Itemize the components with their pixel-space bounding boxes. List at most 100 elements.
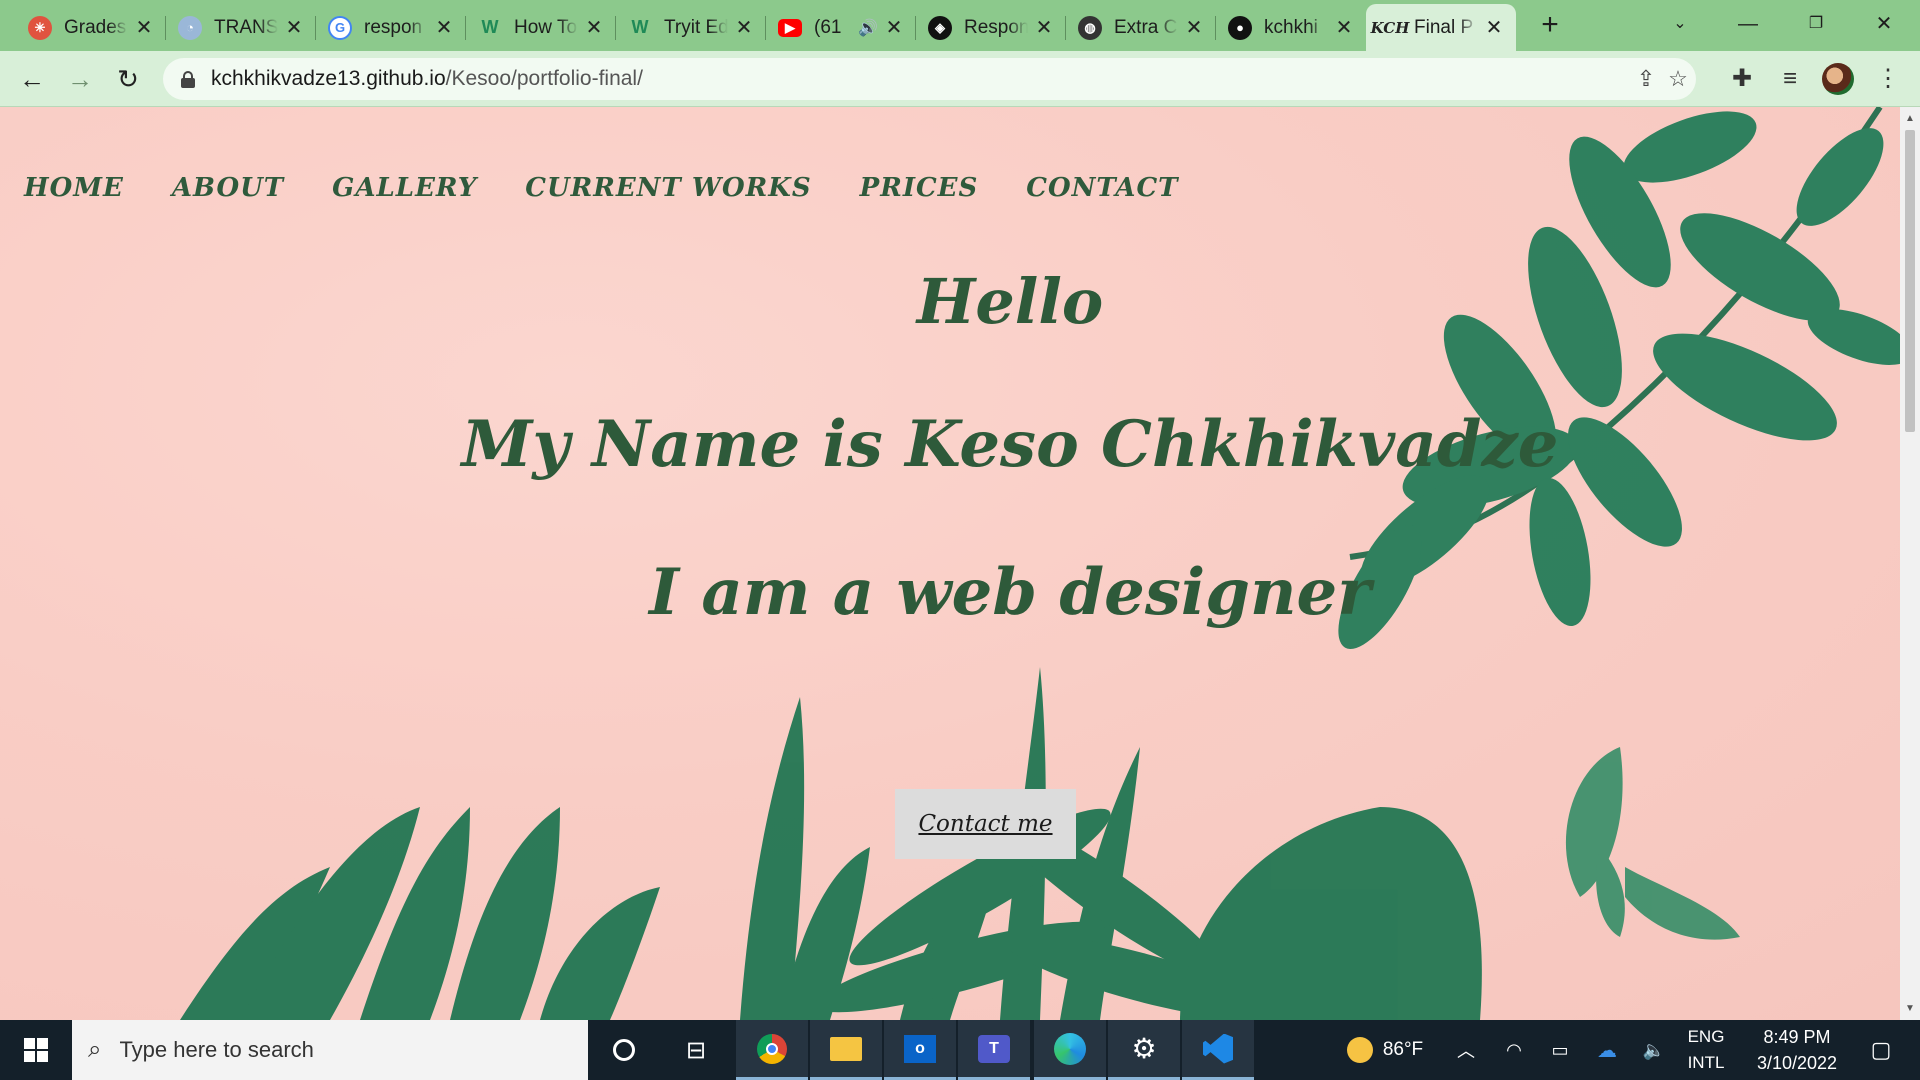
bookmark-star-icon[interactable]: ☆ xyxy=(1663,64,1693,94)
close-icon[interactable]: ✕ xyxy=(1034,15,1054,40)
outlook-icon[interactable]: o xyxy=(884,1020,956,1080)
weather-sun-icon xyxy=(1346,1037,1373,1063)
browser-tab[interactable]: ◔ TRANS ✕ xyxy=(166,4,316,51)
nav-current-works[interactable]: CURRENT WORKS xyxy=(525,173,811,203)
nav-prices[interactable]: PRICES xyxy=(860,173,979,203)
extensions-icon[interactable]: ✚ xyxy=(1724,61,1760,97)
weather-widget[interactable]: 86°F xyxy=(1330,1020,1440,1080)
hero-name: My Name is Keso Chkhikvadze xyxy=(461,407,1559,482)
close-icon[interactable]: ✕ xyxy=(1484,15,1504,40)
nav-home[interactable]: HOME xyxy=(24,173,124,203)
globe-icon: ◍ xyxy=(1078,15,1102,40)
close-icon[interactable]: ✕ xyxy=(584,15,604,40)
close-icon[interactable]: ✕ xyxy=(434,15,454,40)
edge-icon[interactable] xyxy=(1034,1020,1106,1080)
clock-time: 8:49 PM xyxy=(1763,1027,1831,1047)
w-icon: W xyxy=(481,17,499,37)
minimize-button[interactable]: — xyxy=(1728,6,1768,42)
google-icon: G xyxy=(328,15,352,40)
back-button[interactable]: ← xyxy=(14,61,50,97)
close-icon[interactable]: ✕ xyxy=(1334,15,1354,40)
w-icon: W xyxy=(631,17,649,37)
settings-gear-icon[interactable]: ⚙ xyxy=(1108,1020,1180,1080)
weather-temp: 86°F xyxy=(1382,1039,1424,1060)
new-tab-button[interactable]: + xyxy=(1532,8,1568,44)
tab-title: Grades xyxy=(64,16,127,38)
browser-tab[interactable]: W Tryit Ed ✕ xyxy=(616,4,766,51)
youtube-icon: ▶ xyxy=(778,18,802,37)
browser-tab[interactable]: ✳ Grades ✕ xyxy=(16,4,166,51)
tray-chevron-icon[interactable]: ︿ xyxy=(1452,1020,1480,1080)
start-button[interactable] xyxy=(0,1020,72,1080)
close-window-button[interactable]: ✕ xyxy=(1864,6,1904,42)
scroll-down-icon[interactable]: ▼ xyxy=(1903,1002,1917,1016)
task-view-icon[interactable]: ⊟ xyxy=(660,1020,732,1080)
wifi-icon[interactable]: ◠ xyxy=(1500,1020,1528,1080)
keyboard-layout: INTL xyxy=(1687,1053,1725,1072)
tab-title: Extra C xyxy=(1114,16,1178,38)
kch-icon: KCH xyxy=(1370,18,1410,37)
tab-search-icon[interactable]: ⌄ xyxy=(1660,6,1700,42)
menu-kebab-icon[interactable]: ⋮ xyxy=(1870,61,1906,97)
nav-about[interactable]: ABOUT xyxy=(172,173,284,203)
clock-date: 3/10/2022 xyxy=(1756,1053,1838,1073)
lock-icon[interactable] xyxy=(181,71,195,88)
tab-title: TRANS xyxy=(214,16,278,38)
windows-logo-icon xyxy=(24,1038,35,1049)
search-placeholder: Type here to search xyxy=(119,1037,314,1062)
url-path: /Kesoo/portfolio-final/ xyxy=(445,67,643,90)
battery-icon[interactable]: ▭ xyxy=(1546,1020,1574,1080)
tab-strip: ✳ Grades ✕ ◔ TRANS ✕ G respon ✕ W How To… xyxy=(0,0,1920,51)
browser-tab[interactable]: W How To ✕ xyxy=(466,4,616,51)
tab-title: Respon xyxy=(964,16,1028,38)
browser-tab[interactable]: ● kchkhi ✕ xyxy=(1216,4,1366,51)
system-clock[interactable]: 8:49 PM 3/10/2022 xyxy=(1742,1024,1852,1076)
browser-tab-active[interactable]: KCH Final P ✕ xyxy=(1366,4,1516,51)
notification-icon[interactable]: ▢ xyxy=(1856,1020,1906,1080)
close-icon[interactable]: ✕ xyxy=(284,15,304,40)
page-viewport: HOME ABOUT GALLERY CURRENT WORKS PRICES … xyxy=(0,107,1900,1020)
browser-tab[interactable]: ◍ Extra C ✕ xyxy=(1066,4,1216,51)
hero-greeting: Hello xyxy=(916,265,1104,338)
browser-tab[interactable]: ◈ Respon ✕ xyxy=(916,4,1066,51)
browser-tab[interactable]: ▶ (61 🔊 ✕ xyxy=(766,4,916,51)
file-explorer-icon[interactable] xyxy=(810,1020,882,1080)
tab-title: (61 xyxy=(814,16,842,38)
main-navigation: HOME ABOUT GALLERY CURRENT WORKS PRICES … xyxy=(24,173,1227,203)
grades-icon: ✳ xyxy=(28,15,52,40)
chrome-app-icon[interactable] xyxy=(736,1020,808,1080)
codepen-icon: ◈ xyxy=(928,15,952,40)
taskbar-search[interactable]: ⌕ Type here to search xyxy=(72,1020,588,1080)
media-controls-icon[interactable]: ≡ xyxy=(1772,61,1808,97)
close-icon[interactable]: ✕ xyxy=(1184,15,1204,40)
tab-title: How To xyxy=(514,16,578,38)
github-icon: ● xyxy=(1228,15,1252,40)
language-indicator[interactable]: ENG INTL xyxy=(1680,1024,1732,1076)
lang-code: ENG xyxy=(1687,1027,1725,1046)
scrollbar-thumb[interactable] xyxy=(1905,130,1915,432)
nav-contact[interactable]: CONTACT xyxy=(1026,173,1178,203)
tab-title: Final P xyxy=(1414,16,1474,38)
share-icon[interactable]: ⇪ xyxy=(1631,64,1661,94)
browser-tab[interactable]: G respon ✕ xyxy=(316,4,466,51)
close-icon[interactable]: ✕ xyxy=(884,15,904,40)
tab-title: respon xyxy=(364,16,423,38)
volume-icon[interactable]: 🔈 xyxy=(1640,1020,1668,1080)
address-bar[interactable]: kchkhikvadze13.github.io/Kesoo/portfolio… xyxy=(163,58,1696,100)
avatar[interactable] xyxy=(1822,63,1854,95)
nav-gallery[interactable]: GALLERY xyxy=(332,173,477,203)
cortana-icon[interactable] xyxy=(588,1020,660,1080)
teams-icon[interactable]: T xyxy=(958,1020,1030,1080)
contact-me-button[interactable]: Contact me xyxy=(895,789,1076,859)
speaker-icon[interactable]: 🔊 xyxy=(858,18,878,38)
restore-button[interactable]: ❐ xyxy=(1796,6,1836,42)
close-icon[interactable]: ✕ xyxy=(734,15,754,40)
close-icon[interactable]: ✕ xyxy=(134,15,154,40)
translate-icon: ◔ xyxy=(178,15,202,40)
browser-toolbar: ← → ↻ kchkhikvadze13.github.io/Kesoo/por… xyxy=(0,51,1920,107)
vscode-icon[interactable] xyxy=(1182,1020,1254,1080)
forward-button[interactable]: → xyxy=(62,61,98,97)
scroll-up-icon[interactable]: ▲ xyxy=(1903,112,1917,126)
reload-button[interactable]: ↻ xyxy=(110,61,146,97)
onedrive-icon[interactable]: ☁ xyxy=(1592,1020,1622,1080)
